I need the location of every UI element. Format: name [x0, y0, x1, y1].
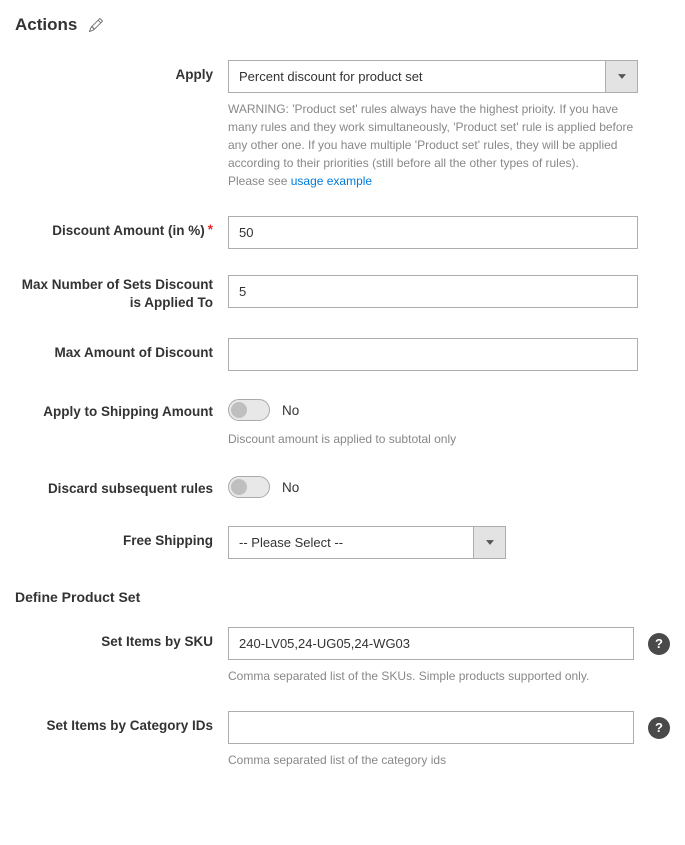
- product-set-title: Define Product Set: [15, 589, 670, 605]
- max-sets-input[interactable]: [228, 275, 638, 308]
- set-category-note: Comma separated list of the category ids: [228, 751, 638, 769]
- apply-note: WARNING: 'Product set' rules always have…: [228, 100, 638, 190]
- max-sets-label: Max Number of Sets Discount is Applied T…: [15, 275, 228, 312]
- free-shipping-select-button[interactable]: [473, 526, 506, 559]
- required-mark-icon: *: [208, 222, 213, 237]
- discard-rules-state: No: [282, 480, 299, 495]
- apply-select[interactable]: Percent discount for product set: [228, 60, 638, 93]
- apply-shipping-label: Apply to Shipping Amount: [15, 397, 228, 419]
- usage-example-link[interactable]: usage example: [291, 174, 372, 188]
- apply-shipping-note: Discount amount is applied to subtotal o…: [228, 430, 638, 448]
- free-shipping-label: Free Shipping: [15, 526, 228, 548]
- set-category-label: Set Items by Category IDs: [15, 711, 228, 733]
- section-title: Actions: [15, 15, 77, 35]
- apply-select-display: Percent discount for product set: [228, 60, 605, 93]
- free-shipping-select[interactable]: -- Please Select --: [228, 526, 506, 559]
- edit-icon[interactable]: [89, 18, 103, 32]
- set-sku-input[interactable]: [228, 627, 634, 660]
- set-sku-note: Comma separated list of the SKUs. Simple…: [228, 667, 638, 685]
- discount-amount-label: Discount Amount (in %)*: [15, 216, 228, 238]
- set-category-input[interactable]: [228, 711, 634, 744]
- set-sku-label: Set Items by SKU: [15, 627, 228, 649]
- help-icon[interactable]: ?: [648, 717, 670, 739]
- apply-label: Apply: [15, 60, 228, 82]
- apply-shipping-state: No: [282, 403, 299, 418]
- apply-shipping-toggle[interactable]: [228, 399, 270, 421]
- help-icon[interactable]: ?: [648, 633, 670, 655]
- apply-select-button[interactable]: [605, 60, 638, 93]
- discard-rules-label: Discard subsequent rules: [15, 474, 228, 496]
- discount-amount-input[interactable]: [228, 216, 638, 249]
- free-shipping-display: -- Please Select --: [228, 526, 473, 559]
- discard-rules-toggle[interactable]: [228, 476, 270, 498]
- max-amount-label: Max Amount of Discount: [15, 338, 228, 360]
- max-amount-input[interactable]: [228, 338, 638, 371]
